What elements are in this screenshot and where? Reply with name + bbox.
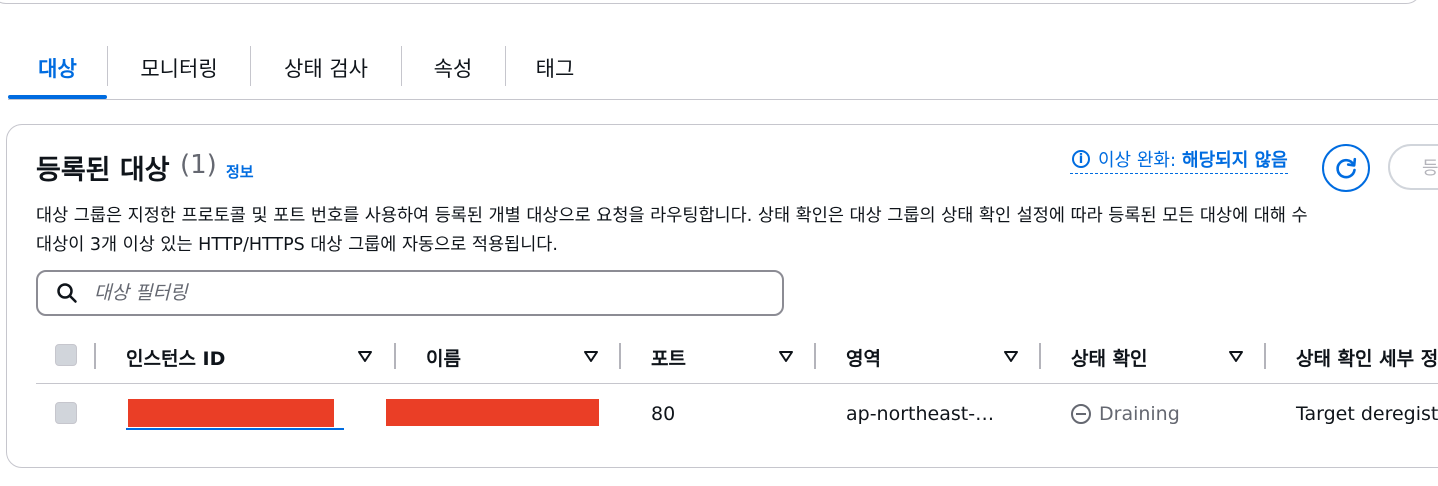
filter-targets-search[interactable]	[36, 270, 784, 316]
tab-tags[interactable]: 태그	[507, 40, 603, 96]
column-separator	[94, 343, 96, 369]
column-header-instance-id[interactable]: 인스턴스 ID	[126, 340, 225, 374]
redacted-instance-id	[128, 399, 334, 427]
sort-down-icon[interactable]	[1003, 348, 1019, 364]
refresh-icon	[1336, 157, 1357, 179]
table-header-divider	[36, 383, 1438, 384]
port-cell: 80	[651, 403, 676, 425]
tab-monitoring[interactable]: 모니터링	[109, 40, 249, 96]
column-separator[interactable]	[394, 343, 396, 369]
panel-description: 대상 그룹은 지정한 프로토콜 및 포트 번호를 사용하여 등록된 개별 대상으…	[36, 206, 1308, 226]
tab-health-checks[interactable]: 상태 검사	[252, 40, 400, 96]
info-link[interactable]: 정보	[226, 161, 254, 182]
sort-down-icon[interactable]	[357, 348, 373, 364]
column-separator[interactable]	[814, 343, 816, 369]
sort-down-icon[interactable]	[1228, 348, 1244, 364]
top-panel-frame	[0, 0, 1422, 4]
panel-description-line2: 대상이 3개 이상 있는 HTTP/HTTPS 대상 그룹에 자동으로 적용됩니…	[36, 235, 558, 255]
health-detail-cell: Target deregist	[1296, 403, 1438, 425]
tab-divider	[107, 46, 108, 86]
health-status-cell: Draining	[1071, 400, 1180, 428]
column-separator[interactable]	[1264, 343, 1266, 369]
sort-down-icon[interactable]	[778, 348, 794, 364]
anomaly-mitigation-value: 해당되지 않음	[1182, 150, 1288, 171]
filter-targets-input[interactable]	[92, 281, 782, 305]
select-all-checkbox[interactable]	[55, 344, 77, 366]
column-header-health-status[interactable]: 상태 확인	[1071, 340, 1148, 374]
panel-title: 등록된 대상	[36, 155, 170, 186]
column-header-name[interactable]: 이름	[426, 340, 461, 374]
tab-targets[interactable]: 대상	[8, 40, 107, 96]
draining-status-icon	[1071, 404, 1091, 424]
anomaly-mitigation-label: 이상 완화:	[1098, 150, 1177, 171]
sort-down-icon[interactable]	[583, 348, 599, 364]
tab-divider	[505, 46, 506, 86]
tab-attributes[interactable]: 속성	[403, 40, 503, 96]
health-status-text: Draining	[1099, 403, 1180, 425]
refresh-button[interactable]	[1322, 144, 1370, 192]
redacted-name	[386, 399, 599, 426]
column-header-port[interactable]: 포트	[651, 340, 686, 374]
column-separator[interactable]	[1039, 343, 1041, 369]
tab-bar: 대상 모니터링 상태 검사 속성 태그	[8, 40, 1438, 100]
row-select-checkbox[interactable]	[55, 402, 77, 424]
tab-bar-divider	[8, 99, 1438, 100]
target-count: (1)	[180, 150, 217, 180]
register-targets-button[interactable]: 등	[1388, 144, 1438, 190]
search-icon	[57, 283, 77, 303]
column-header-health-detail[interactable]: 상태 확인 세부 정	[1296, 340, 1438, 374]
info-icon: i	[1072, 150, 1090, 168]
zone-cell: ap-northeast-…	[846, 403, 995, 425]
tab-divider	[401, 46, 402, 86]
anomaly-mitigation-link[interactable]: i 이상 완화: 해당되지 않음	[1070, 146, 1288, 174]
column-separator[interactable]	[619, 343, 621, 369]
column-header-zone[interactable]: 영역	[846, 340, 881, 374]
tab-divider	[250, 46, 251, 86]
